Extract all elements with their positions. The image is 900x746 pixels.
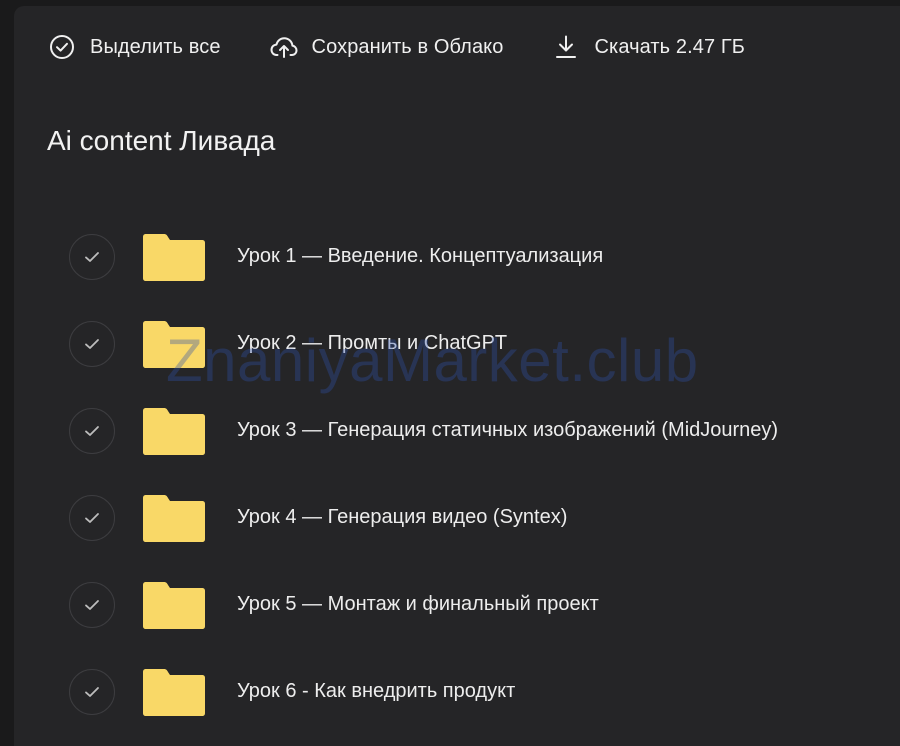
folder-icon bbox=[142, 319, 206, 369]
list-item-label: Урок 3 — Генерация статичных изображений… bbox=[237, 419, 779, 441]
select-checkbox[interactable] bbox=[69, 321, 115, 367]
download-button[interactable]: Скачать 2.47 ГБ bbox=[552, 33, 745, 61]
list-item[interactable]: Урок 5 — Монтаж и финальный проект bbox=[0, 562, 900, 648]
cloud-upload-icon bbox=[270, 33, 298, 61]
checkmark-icon bbox=[85, 339, 99, 349]
list-item[interactable]: Урок 1 — Введение. Концептуализация bbox=[0, 214, 900, 300]
download-label: Скачать 2.47 ГБ bbox=[594, 35, 745, 58]
folder-icon bbox=[142, 493, 206, 543]
checkmark-icon bbox=[85, 513, 99, 523]
list-item[interactable]: Урок 6 - Как внедрить продукт bbox=[0, 649, 900, 735]
folder-icon bbox=[142, 232, 206, 282]
list-item[interactable]: Урок 4 — Генерация видео (Syntex) bbox=[0, 475, 900, 561]
folder-icon bbox=[142, 406, 206, 456]
select-all-label: Выделить все bbox=[90, 35, 221, 58]
folder-icon bbox=[142, 580, 206, 630]
list-item-label: Урок 1 — Введение. Концептуализация bbox=[237, 245, 604, 267]
list-item[interactable]: Урок 2 — Промты и ChatGPT bbox=[0, 301, 900, 387]
save-to-cloud-button[interactable]: Сохранить в Облако bbox=[270, 33, 504, 61]
folder-icon bbox=[142, 667, 206, 717]
checkmark-icon bbox=[85, 252, 99, 262]
select-checkbox[interactable] bbox=[69, 582, 115, 628]
select-checkbox[interactable] bbox=[69, 234, 115, 280]
list-item-label: Урок 2 — Промты и ChatGPT bbox=[237, 332, 508, 354]
select-all-button[interactable]: Выделить все bbox=[48, 33, 221, 61]
list-item-label: Урок 5 — Монтаж и финальный проект bbox=[237, 593, 599, 615]
checkmark-icon bbox=[85, 687, 99, 697]
list-item-label: Урок 4 — Генерация видео (Syntex) bbox=[237, 506, 568, 528]
toolbar: Выделить все Сохранить в Облако Скачать … bbox=[48, 32, 794, 62]
select-checkbox[interactable] bbox=[69, 495, 115, 541]
select-checkbox[interactable] bbox=[69, 408, 115, 454]
select-checkbox[interactable] bbox=[69, 669, 115, 715]
checkmark-icon bbox=[85, 426, 99, 436]
list-item-label: Урок 6 - Как внедрить продукт bbox=[237, 680, 516, 702]
folder-title: Ai content Ливада bbox=[47, 125, 276, 156]
download-icon bbox=[552, 33, 580, 61]
checkmark-icon bbox=[85, 600, 99, 610]
save-to-cloud-label: Сохранить в Облако bbox=[311, 35, 504, 58]
list-item[interactable]: Урок 3 — Генерация статичных изображений… bbox=[0, 388, 900, 474]
check-circle-icon bbox=[48, 33, 76, 61]
